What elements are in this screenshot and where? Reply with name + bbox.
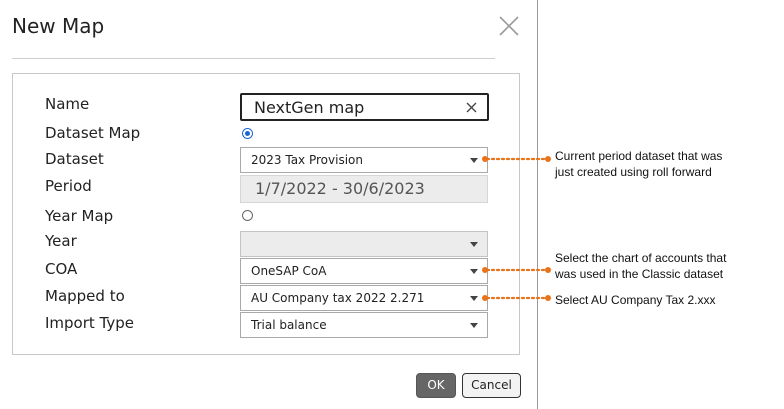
mapped-to-connector bbox=[482, 295, 551, 301]
dataset-annotation-line1: Current period dataset that was bbox=[555, 149, 723, 163]
coa-connector bbox=[482, 267, 551, 273]
dataset-annotation-line2: just created using roll forward bbox=[555, 165, 712, 179]
dataset-annotation: Current period dataset that was just cre… bbox=[555, 148, 722, 180]
coa-annotation-line1: Select the chart of accounts that bbox=[555, 251, 727, 265]
dataset-connector bbox=[482, 156, 551, 162]
coa-annotation: Select the chart of accounts that was us… bbox=[555, 250, 726, 282]
mapped-to-annotation: Select AU Company Tax 2.xxx bbox=[555, 292, 716, 308]
mapped-to-annotation-line1: Select AU Company Tax 2.xxx bbox=[555, 293, 716, 307]
coa-annotation-line2: was used in the Classic dataset bbox=[555, 267, 724, 281]
annotation-connectors bbox=[482, 156, 551, 301]
